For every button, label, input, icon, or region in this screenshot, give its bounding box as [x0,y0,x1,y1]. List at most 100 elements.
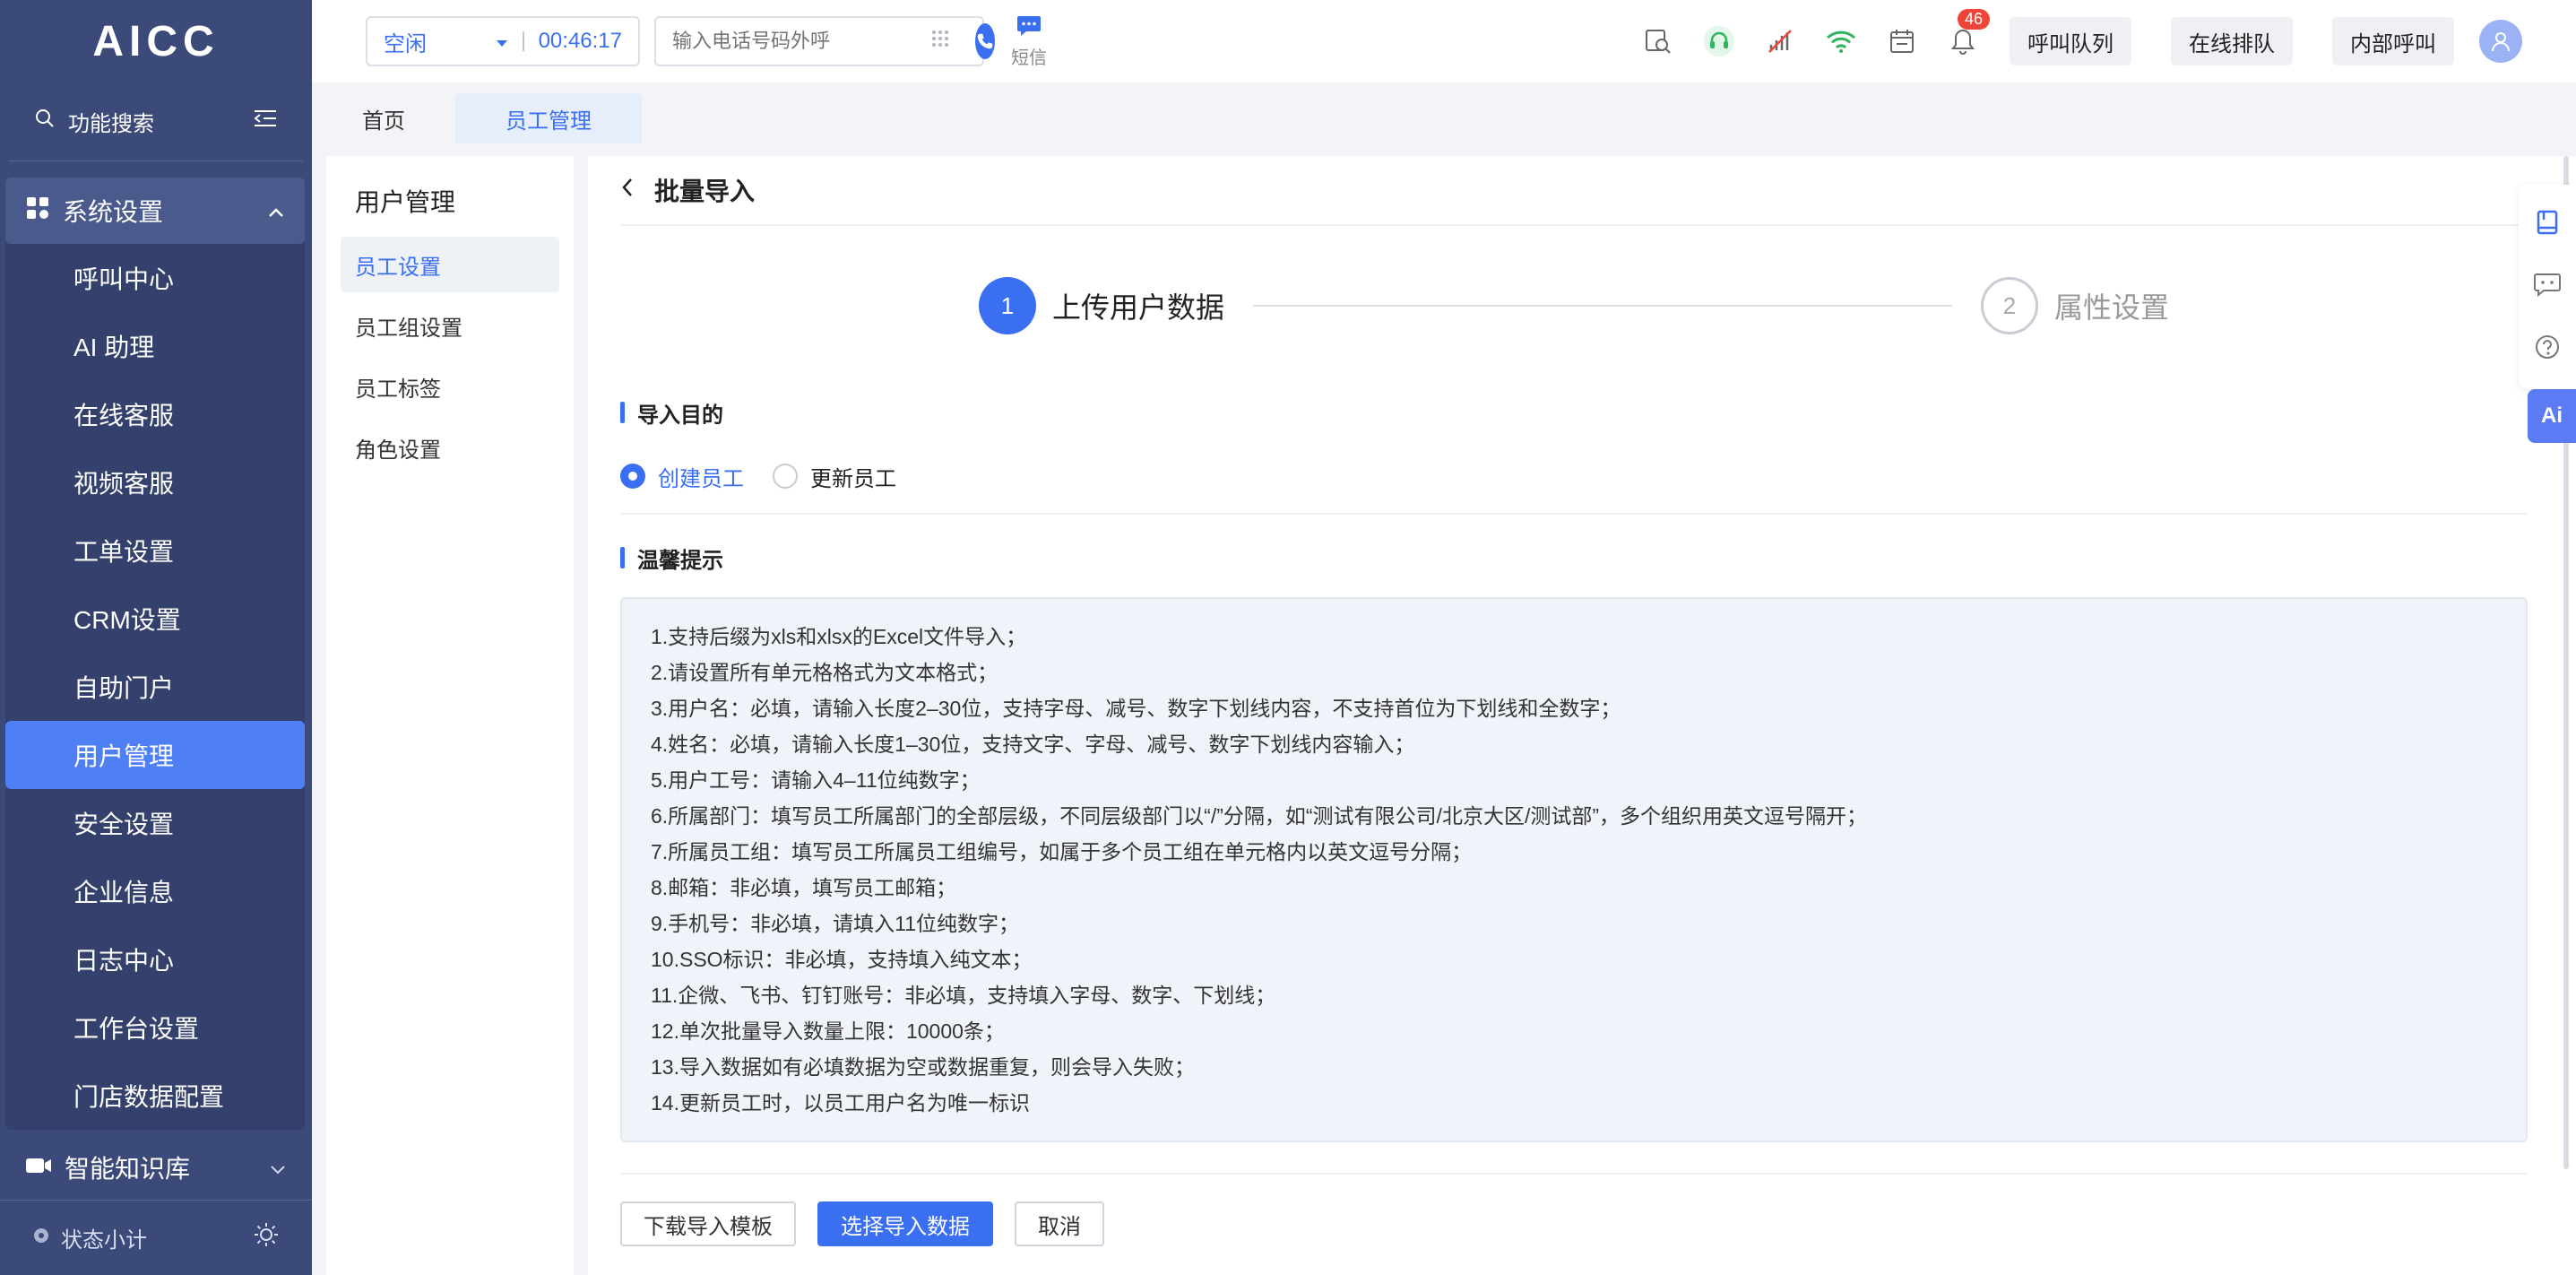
function-search[interactable]: 功能搜索 [9,82,303,161]
sidebar-item-ai-assistant[interactable]: AI 助理 [5,312,305,380]
page-header: 批量导入 [620,156,2528,226]
agent-status-select[interactable]: 空闲 00:46:17 [366,16,640,66]
chat-bubble-icon [1016,14,1042,43]
subnav-item-staff-tags[interactable]: 员工标签 [341,359,559,414]
status-summary-label[interactable]: 状态小计 [61,1222,253,1253]
function-search-label: 功能搜索 [68,112,154,136]
divider [522,31,524,51]
call-button[interactable] [975,23,995,59]
section-accent-bar [620,547,625,568]
collapse-menu-icon[interactable] [253,108,278,135]
signal-off-icon[interactable] [1750,0,1811,82]
floating-toolbar [2519,185,2576,389]
tip-line: 3.用户名：必填，请输入长度2–30位，支持字母、减号、数字下划线内容，不支持首… [651,697,1621,720]
tab-home[interactable]: 首页 [312,93,455,143]
radio-unchecked-icon [773,464,798,489]
sidebar-item-crm-settings[interactable]: CRM设置 [5,585,305,653]
grid-icon [25,195,50,227]
sun-icon[interactable] [253,1221,280,1254]
sidebar: AICC 功能搜索 系统设置 呼叫中心 AI 助理 在线客服 视频客服 工单设置… [0,0,312,1275]
sidebar-item-ticket-settings[interactable]: 工单设置 [5,516,305,585]
tip-line: 4.姓名：必填，请输入长度1–30位，支持文字、字母、减号、数字下划线内容输入； [651,733,1415,756]
status-dot-icon [32,1226,50,1251]
keypad-icon[interactable] [930,29,950,54]
step-1-number: 1 [978,277,1036,334]
menu-group-header[interactable]: 系统设置 [5,178,305,244]
tip-line: 6.所属部门：填写员工所属部门的全部层级，不同层级部门以“/”分隔，如“测试有限… [651,804,1867,828]
ai-assistant-button[interactable]: Ai [2528,389,2576,443]
main-panel: 批量导入 1 上传用户数据 2 属性设置 导入目的 创建员工 更新员工 温馨提示… [588,156,2576,1275]
sidebar-item-company-info[interactable]: 企业信息 [5,857,305,925]
section-tips: 温馨提示 [620,531,2528,585]
section-accent-bar [620,402,625,423]
step-indicator: 1 上传用户数据 2 属性设置 [620,226,2528,386]
sidebar-item-log-center[interactable]: 日志中心 [5,925,305,993]
step-upload: 1 上传用户数据 [978,277,1224,334]
radio-create-staff[interactable]: 创建员工 [620,461,744,492]
back-icon[interactable] [620,176,635,205]
tip-line: 5.用户工号：请输入4–11位纯数字； [651,768,981,792]
tip-line: 8.邮箱：非必填，填写员工邮箱； [651,876,957,899]
help-icon[interactable] [2534,334,2561,365]
sms-button[interactable]: 短信 [1011,14,1047,69]
radio-checked-icon [620,464,645,489]
subnav-item-staff-settings[interactable]: 员工设置 [341,237,559,292]
user-icon [2492,32,2510,52]
dial-box [654,16,995,66]
tab-staff-management[interactable]: 员工管理 [455,93,642,143]
sidebar-item-online-service[interactable]: 在线客服 [5,380,305,448]
subnav-item-staff-group-settings[interactable]: 员工组设置 [341,298,559,353]
tip-line: 13.导入数据如有必填数据为空或数据重复，则会导入失败； [651,1055,1195,1079]
sidebar-item-workbench-settings[interactable]: 工作台设置 [5,993,305,1062]
calendar-icon[interactable] [1871,0,1932,82]
tip-line: 2.请设置所有单元格格式为文本格式； [651,661,998,684]
menu-group-knowledge-base[interactable]: 智能知识库 [0,1133,312,1201]
action-bar: 下载导入模板 选择导入数据 取消 [620,1201,2528,1246]
menu-group-system-settings: 系统设置 呼叫中心 AI 助理 在线客服 视频客服 工单设置 CRM设置 自助门… [5,178,305,1130]
call-queue-button[interactable]: 呼叫队列 [2010,17,2131,65]
step-connector [1253,305,1952,307]
book-icon[interactable] [2534,209,2561,240]
import-purpose-radios: 创建员工 更新员工 [620,439,2528,515]
download-template-button[interactable]: 下载导入模板 [620,1201,796,1246]
sidebar-item-call-center[interactable]: 呼叫中心 [5,244,305,312]
sidebar-item-user-management[interactable]: 用户管理 [5,721,305,789]
sidebar-item-security-settings[interactable]: 安全设置 [5,789,305,857]
radio-create-label: 创建员工 [658,466,744,491]
top-bar: 空闲 00:46:17 短信 [312,0,2576,82]
sidebar-item-self-portal[interactable]: 自助门户 [5,653,305,721]
dial-input[interactable] [672,30,930,53]
chat-bot-icon[interactable] [2533,271,2562,302]
sub-nav: 用户管理 员工设置 员工组设置 员工标签 角色设置 [326,156,574,1275]
subnav-item-role-settings[interactable]: 角色设置 [341,420,559,475]
avatar[interactable] [2479,20,2522,63]
cancel-button[interactable]: 取消 [1015,1201,1104,1246]
internal-call-button[interactable]: 内部呼叫 [2332,17,2454,65]
radio-update-label: 更新员工 [810,466,896,491]
tip-line: 1.支持后缀为xls和xlsx的Excel文件导入； [651,625,1027,648]
chevron-down-icon [269,1153,287,1182]
search-record-icon[interactable] [1628,0,1689,82]
headset-icon[interactable] [1689,0,1750,82]
video-icon [25,1153,52,1182]
sidebar-footer: 状态小计 [0,1200,312,1275]
online-queue-button[interactable]: 在线排队 [2171,17,2293,65]
sidebar-item-store-data-config[interactable]: 门店数据配置 [5,1062,305,1130]
wifi-icon[interactable] [1811,0,1871,82]
step-2-number: 2 [1981,277,2038,334]
top-icons: 46 呼叫队列 在线排队 内部呼叫 [1628,0,2576,82]
brand-logo: AICC [92,17,220,65]
bell-icon[interactable]: 46 [1932,0,1993,82]
divider [620,1173,2528,1175]
sidebar-item-video-service[interactable]: 视频客服 [5,448,305,516]
search-icon [34,108,56,135]
section-import-purpose: 导入目的 [620,386,2528,439]
menu-group-label: 系统设置 [63,198,164,226]
phone-icon [977,33,993,49]
tip-line: 10.SSO标识：非必填，支持填入纯文本； [651,948,1033,971]
status-timer: 00:46:17 [538,29,622,53]
caret-down-icon [496,29,508,54]
select-import-data-button[interactable]: 选择导入数据 [817,1201,993,1246]
step-2-label: 属性设置 [2054,291,2170,324]
radio-update-staff[interactable]: 更新员工 [773,461,896,492]
